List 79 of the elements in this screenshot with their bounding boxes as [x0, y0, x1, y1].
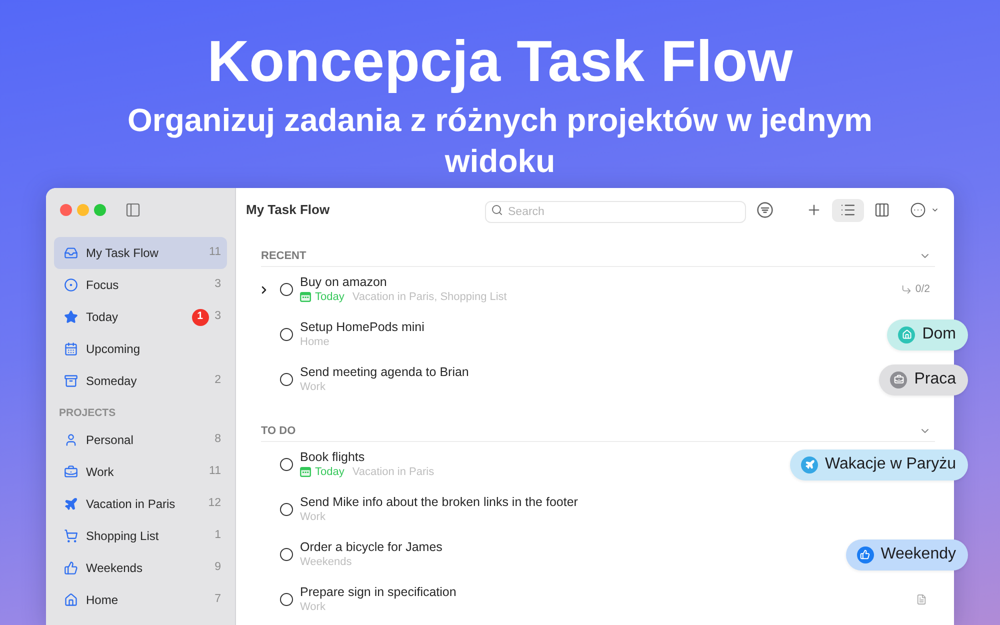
item-count: 8: [214, 432, 221, 448]
briefcase-icon: [64, 465, 78, 479]
callout-label: Wakacje w Paryżu: [825, 454, 956, 474]
sidebar-item[interactable]: Focus 3: [54, 269, 227, 301]
task-title: Book flights: [300, 450, 366, 465]
task-title: Send meeting agenda to Brian: [300, 365, 469, 380]
callout-label: Praca: [914, 370, 956, 390]
sidebar-item[interactable]: Today 1 3: [54, 301, 227, 333]
search-field[interactable]: Search: [485, 201, 746, 223]
target-icon: [64, 278, 78, 292]
callout-label: Weekendy: [880, 544, 956, 564]
sidebar-item[interactable]: Personal 8: [54, 424, 227, 456]
star-icon: [64, 310, 78, 324]
more-icon[interactable]: [910, 202, 926, 218]
task-checkbox[interactable]: [280, 548, 293, 561]
task-project: Vacation in Paris, Shopping List: [352, 290, 507, 304]
section-heading: RECENT: [261, 248, 306, 264]
task-checkbox[interactable]: [280, 373, 293, 386]
task-project: Home: [300, 335, 330, 349]
columns-icon: [874, 202, 890, 218]
due-date: Today: [315, 465, 344, 479]
section-heading: TO DO: [261, 424, 296, 439]
person-icon: [64, 433, 78, 447]
sidebar-item[interactable]: Vacation in Paris 12: [54, 488, 227, 520]
item-count: 2: [214, 373, 221, 388]
task-checkbox[interactable]: [280, 458, 293, 471]
task-title: Order a bicycle for James: [300, 540, 442, 555]
list-view-button[interactable]: [832, 198, 864, 222]
sidebar-item[interactable]: My Task Flow 11: [54, 237, 227, 269]
toolbar-title: My Task Flow: [246, 201, 330, 220]
task-project: Work: [300, 380, 326, 394]
sidebar-item[interactable]: Weekends 9: [54, 552, 227, 584]
task-title: Setup HomePods mini: [300, 320, 424, 335]
task-checkbox[interactable]: [280, 283, 293, 296]
item-count: 12: [208, 496, 221, 512]
calendar-icon: [300, 292, 311, 302]
subtask-count: 0/2: [915, 282, 930, 297]
search-icon: [491, 204, 503, 216]
filter-icon[interactable]: [757, 202, 773, 218]
notification-badge: 1: [192, 308, 209, 326]
subtask-arrow-icon: [901, 284, 912, 295]
task-project: Vacation in Paris: [352, 465, 434, 479]
airplane-icon: [64, 497, 78, 511]
task-checkbox[interactable]: [280, 593, 293, 606]
item-count: 7: [214, 592, 221, 608]
item-count: 11: [209, 245, 221, 260]
item-count: 3: [214, 309, 221, 324]
task-checkbox[interactable]: [280, 328, 293, 341]
caret-icon[interactable]: [931, 206, 939, 214]
calendar-icon: [64, 342, 78, 356]
cart-icon: [64, 529, 78, 543]
task-checkbox[interactable]: [280, 503, 293, 516]
calendar-icon: [300, 467, 311, 477]
headline-title: Koncepcja Task Flow: [207, 28, 793, 96]
item-count: 1: [214, 528, 221, 544]
task-project: Weekends: [300, 555, 352, 569]
task-project: Work: [300, 510, 326, 524]
sidebar-toggle-icon[interactable]: [125, 202, 141, 218]
sidebar-item[interactable]: Work 11: [54, 456, 227, 488]
task-project: Work: [300, 600, 326, 614]
due-date: Today: [315, 290, 344, 304]
task-title: Buy on amazon: [300, 275, 388, 290]
house-icon: [64, 593, 78, 607]
headline-subtitle: Organizuj zadania z różnych projektów w jednym widoku: [126, 101, 874, 181]
callout-label: Dom: [922, 324, 956, 344]
sidebar-section-heading: PROJECTS: [59, 406, 117, 420]
sidebar-item[interactable]: Shopping List 1: [54, 520, 227, 552]
item-count: 9: [214, 560, 221, 576]
task-title: Prepare sign in specification: [300, 585, 456, 600]
task-title: Send Mike info about the broken links in the footer: [300, 495, 578, 510]
add-icon[interactable]: [806, 202, 822, 218]
archive-box-icon: [64, 374, 78, 388]
sidebar-item[interactable]: Someday 2: [54, 365, 227, 397]
thumbs-up-icon: [64, 561, 78, 575]
item-count: 11: [209, 464, 221, 480]
sidebar-item[interactable]: Upcoming: [54, 333, 227, 365]
sidebar-item[interactable]: Home 7: [54, 584, 227, 616]
tray-icon: [64, 246, 78, 260]
item-count: 3: [214, 277, 221, 292]
